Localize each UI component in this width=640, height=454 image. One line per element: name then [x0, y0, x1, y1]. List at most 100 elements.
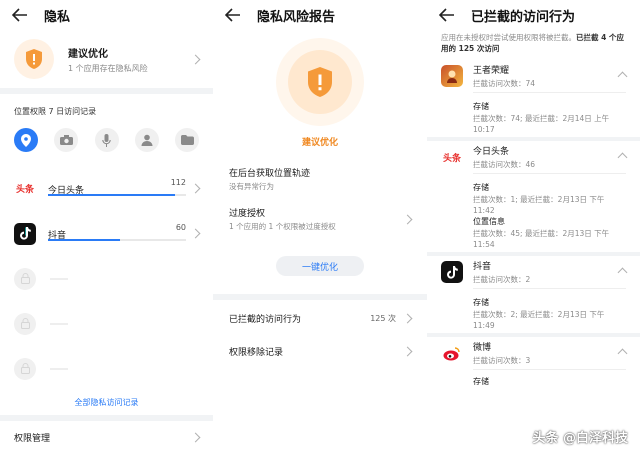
over-authorization-item[interactable]: 过度授权 1 个应用的 1 个权限被过度授权 [213, 202, 427, 236]
back-arrow-icon[interactable] [12, 6, 30, 24]
blocked-label: 已拦截的访问行为 [229, 314, 302, 325]
tiktok-icon [441, 261, 463, 283]
one-click-optimize-button[interactable]: 一键优化 [276, 256, 364, 276]
chevron-right-icon [402, 214, 413, 224]
page-title: 已拦截的访问行为 [471, 9, 576, 25]
placeholder-row [0, 346, 213, 391]
location-icon[interactable] [14, 128, 38, 152]
background-location-item[interactable]: 在后台获取位置轨迹 没有异常行为 [213, 162, 427, 196]
toutiao-logo: 头条 [441, 146, 463, 168]
block-detail-text: 拦截次数：1; 最近拦截：2月13日 下午 11:42 [473, 195, 605, 215]
access-bar [48, 193, 186, 196]
block-count: 拦截访问次数：3 [473, 356, 531, 365]
chevron-up-icon[interactable] [617, 152, 628, 162]
game-icon [441, 65, 463, 87]
blocked-app-row[interactable]: 抖音 拦截访问次数：2 [427, 256, 640, 288]
app-name: 王者荣耀 [473, 66, 510, 76]
block-detail-text: 拦截次数：2; 最近拦截：2月13日 下午 11:49 [473, 310, 605, 330]
permission-type: 位置信息 [473, 217, 505, 226]
chevron-right-icon [190, 432, 201, 442]
chevron-right-icon [190, 54, 201, 64]
page-title: 隐私风险报告 [257, 9, 336, 25]
permission-manage-row[interactable]: 权限管理 [0, 421, 213, 453]
chevron-right-icon [190, 183, 201, 194]
blocked-detail: 存储 拦截次数：2; 最近拦截：2月13日 下午 11:49 [427, 289, 640, 333]
placeholder-line [50, 367, 68, 370]
blocked-header: 已拦截的访问行为 [427, 0, 640, 30]
placeholder-line [50, 322, 68, 325]
block-count: 拦截访问次数：74 [473, 79, 536, 88]
privacy-header: 隐私 [0, 0, 213, 30]
access-bar-fill [48, 193, 175, 196]
all-records-link[interactable]: 全部隐私访问记录 [0, 391, 213, 415]
blocked-detail: 存储 拦截次数：74; 最近拦截：2月14日 上午 10:17 [427, 93, 640, 137]
watermark: 头条 @白泽科技 [532, 431, 628, 446]
item-subtitle: 没有异常行为 [229, 182, 274, 191]
item-title: 过度授权 [229, 209, 266, 219]
removal-label: 权限移除记录 [229, 347, 284, 358]
suggestion-card[interactable]: 建议优化 1 个应用存在隐私风险 [0, 30, 213, 88]
app-row-toutiao[interactable]: 头条 今日头条 112 [0, 166, 213, 211]
suggestion-subtitle: 1 个应用存在隐私风险 [68, 63, 148, 73]
back-arrow-icon[interactable] [439, 6, 457, 24]
shield-warning-icon [14, 39, 54, 79]
microphone-icon[interactable] [94, 128, 119, 152]
permission-type: 存储 [473, 377, 489, 386]
chevron-up-icon[interactable] [617, 348, 628, 358]
access-bar-fill [48, 238, 120, 241]
permission-removal-row[interactable]: 权限移除记录 [213, 336, 427, 366]
app-name: 微博 [473, 343, 492, 353]
chevron-right-icon [402, 346, 413, 356]
tiktok-icon [14, 222, 36, 245]
blocked-panel: 已拦截的访问行为 应用在未授权时尝试使用权限将被拦截。已拦截 4 个应用的 12… [427, 0, 640, 454]
app-row-douyin[interactable]: 抖音 60 [0, 211, 213, 256]
blocked-app-row[interactable]: 微博 拦截访问次数：3 [427, 337, 640, 369]
blocked-count: 125 次 [370, 313, 396, 323]
access-count: 60 [175, 222, 186, 232]
lock-placeholder-icon [14, 312, 36, 335]
block-count: 拦截访问次数：2 [473, 275, 531, 284]
placeholder-row [0, 301, 213, 346]
access-count: 112 [170, 177, 186, 187]
back-arrow-icon[interactable] [225, 6, 243, 24]
report-panel: 隐私风险报告 建议优化 在后台获取位置轨迹 没有异常行为 过度授权 1 个应用的… [213, 0, 427, 454]
location-record-label: 位置权限 7 日访问记录 [14, 107, 97, 116]
block-count: 拦截访问次数：46 [473, 160, 536, 169]
weibo-icon [441, 342, 463, 364]
chevron-right-icon [402, 313, 413, 323]
blocked-detail: 存储 拦截次数：1; 最近拦截：2月13日 下午 11:42 [427, 174, 640, 216]
report-header: 隐私风险报告 [213, 0, 427, 30]
camera-icon[interactable] [54, 128, 79, 152]
access-bar [48, 238, 186, 241]
blocked-description: 应用在未授权时尝试使用权限将被拦截。已拦截 4 个应用的 125 次访问 [441, 33, 624, 53]
permission-type: 存储 [473, 298, 489, 307]
app-name: 今日头条 [473, 147, 510, 157]
placeholder-line [50, 277, 68, 280]
suggestion-title: 建议优化 [68, 48, 108, 60]
blocked-app-row[interactable]: 头条 今日头条 拦截访问次数：46 [427, 141, 640, 173]
chevron-up-icon[interactable] [617, 267, 628, 277]
permission-type: 存储 [473, 183, 489, 192]
toutiao-logo: 头条 [14, 177, 36, 200]
permission-filter-row [0, 118, 213, 152]
chevron-right-icon [190, 228, 201, 239]
shield-warning-icon [288, 50, 352, 114]
contacts-icon[interactable] [134, 128, 159, 152]
folder-icon[interactable] [175, 128, 199, 152]
placeholder-row [0, 256, 213, 301]
status-graphic [213, 30, 427, 136]
blocked-access-row[interactable]: 已拦截的访问行为 125 次 [213, 300, 427, 336]
lock-placeholder-icon [14, 267, 36, 290]
item-subtitle: 1 个应用的 1 个权限被过度授权 [229, 222, 336, 231]
blocked-detail: 存储 [427, 370, 640, 387]
block-detail-text: 拦截次数：45; 最近拦截：2月13日 下午 11:54 [473, 229, 610, 249]
permission-type: 存储 [473, 102, 489, 111]
app-name: 抖音 [473, 262, 492, 272]
lock-placeholder-icon [14, 357, 36, 380]
chevron-up-icon[interactable] [617, 71, 628, 81]
privacy-panel: 隐私 建议优化 1 个应用存在隐私风险 位置权限 7 日访问记录 头条 今日头条… [0, 0, 213, 454]
risk-status: 建议优化 [301, 138, 338, 148]
page-title: 隐私 [44, 9, 71, 25]
blocked-app-row[interactable]: 王者荣耀 拦截访问次数：74 [427, 60, 640, 92]
blocked-detail: 位置信息 拦截次数：45; 最近拦截：2月13日 下午 11:54 [427, 216, 640, 252]
